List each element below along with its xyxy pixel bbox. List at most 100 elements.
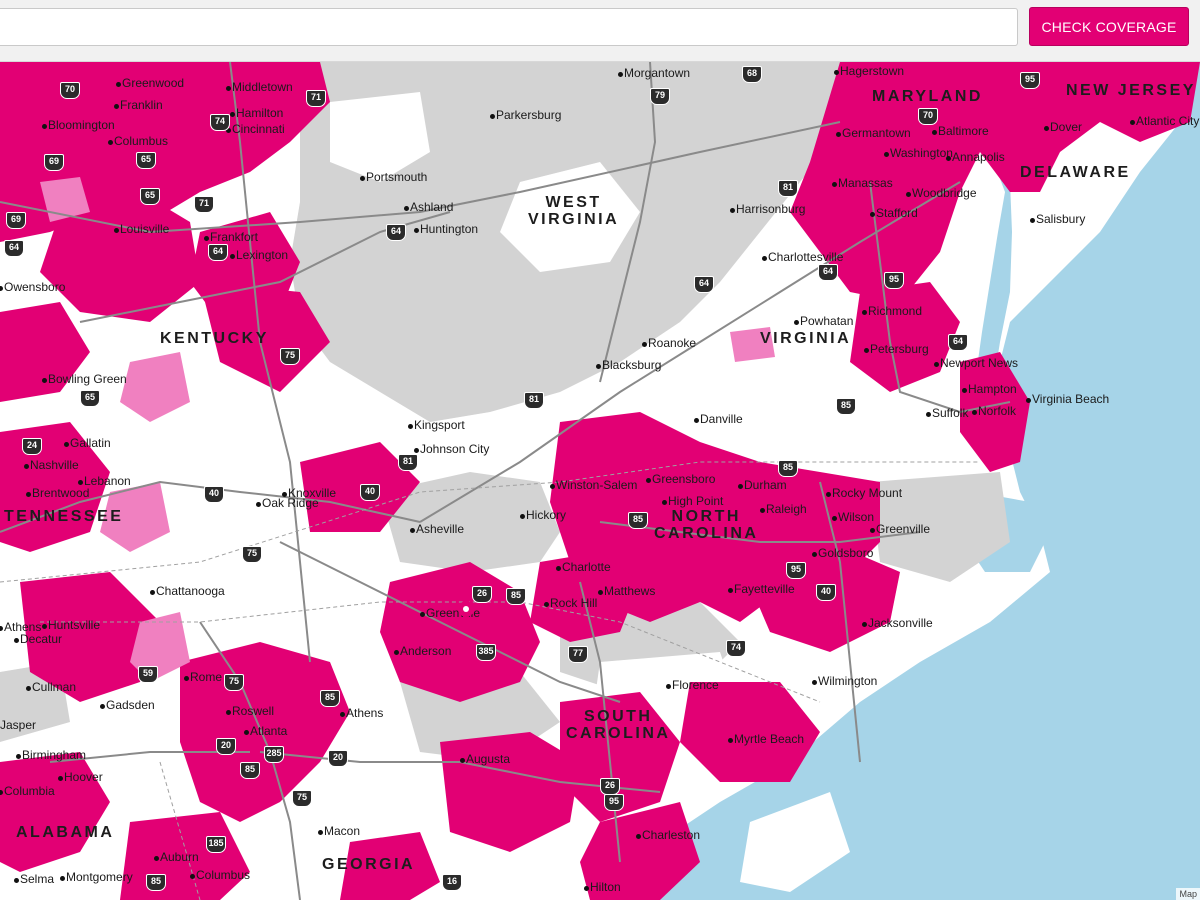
interstate-shield: 85 [240,762,260,779]
interstate-shield: 79 [650,88,670,105]
interstate-shield: 64 [4,240,24,257]
city-dot [410,528,415,533]
interstate-shield: 24 [22,438,42,455]
interstate-shield: 185 [206,836,226,853]
interstate-shield: 69 [6,212,26,229]
city-dot [58,776,63,781]
interstate-shield: 16 [442,874,462,891]
city-dot [360,176,365,181]
interstate-shield: 75 [242,546,262,563]
city-dot [972,410,977,415]
city-dot [862,310,867,315]
interstate-shield: 40 [816,584,836,601]
interstate-shield: 69 [44,154,64,171]
interstate-shield: 75 [292,790,312,807]
interstate-shield: 64 [694,276,714,293]
interstate-shield: 81 [398,454,418,471]
city-dot [794,320,799,325]
search-bar: CHECK COVERAGE [0,0,1200,62]
city-dot [282,492,287,497]
interstate-shield: 65 [136,152,156,169]
interstate-shield: 64 [948,334,968,351]
city-dot [64,442,69,447]
interstate-shield: 85 [836,398,856,415]
city-dot [1026,398,1031,403]
city-dot [962,388,967,393]
interstate-shield: 81 [524,392,544,409]
city-dot [226,710,231,715]
coverage-map[interactable]: MARYLAND NEW JERSEY DELAWARE WEST VIRGIN… [0,62,1200,900]
interstate-shield: 70 [60,82,80,99]
city-dot [884,152,889,157]
address-search-input[interactable] [0,8,1018,46]
city-dot [946,156,951,161]
interstate-shield: 20 [216,738,236,755]
city-dot [556,566,561,571]
city-dot [596,364,601,369]
interstate-shield: 65 [80,390,100,407]
interstate-shield: 26 [600,778,620,795]
city-dot [760,508,765,513]
interstate-shield: 26 [472,586,492,603]
interstate-shield: 64 [386,224,406,241]
check-coverage-button[interactable]: CHECK COVERAGE [1029,7,1189,46]
city-dot [42,378,47,383]
city-dot [694,418,699,423]
interstate-shield: 85 [778,460,798,477]
city-dot [16,754,21,759]
city-dot [1030,218,1035,223]
interstate-shield: 74 [726,640,746,657]
city-dot [420,612,425,617]
city-dot [108,140,113,145]
city-dot [114,104,119,109]
city-dot [662,500,667,505]
city-dot [520,514,525,519]
interstate-shield: 65 [140,188,160,205]
city-dot [762,256,767,261]
city-dot [26,492,31,497]
city-dot [666,684,671,689]
city-dot [414,448,419,453]
city-dot [42,624,47,629]
city-dot [1130,120,1135,125]
city-dot [834,70,839,75]
location-pin-icon[interactable] [458,601,474,617]
city-dot [78,480,83,485]
city-dot [100,704,105,709]
interstate-shield: 75 [224,674,244,691]
city-dot [598,590,603,595]
interstate-shield: 70 [918,108,938,125]
city-dot [738,484,743,489]
city-dot [14,878,19,883]
city-dot [864,348,869,353]
city-dot [204,236,209,241]
city-dot [190,874,195,879]
interstate-shield: 71 [194,196,214,213]
interstate-shield: 77 [568,646,588,663]
city-dot [414,228,419,233]
interstate-shield: 81 [778,180,798,197]
interstate-shield: 85 [628,512,648,529]
city-dot [642,342,647,347]
city-dot [646,478,651,483]
interstate-shield: 95 [604,794,624,811]
city-dot [184,676,189,681]
city-dot [408,424,413,429]
interstate-shield: 71 [306,90,326,107]
city-dot [870,212,875,217]
city-dot [244,730,249,735]
interstate-shield: 85 [146,874,166,891]
city-dot [460,758,465,763]
city-dot [826,492,831,497]
city-dot [1044,126,1049,131]
city-dot [226,86,231,91]
map-attribution: Map [1176,888,1200,900]
city-dot [340,712,345,717]
interstate-shield: 68 [742,66,762,83]
city-dot [114,228,119,233]
city-dot [60,876,65,881]
city-dot [230,254,235,259]
city-dot [230,112,235,117]
city-dot [812,680,817,685]
interstate-shield: 285 [264,746,284,763]
